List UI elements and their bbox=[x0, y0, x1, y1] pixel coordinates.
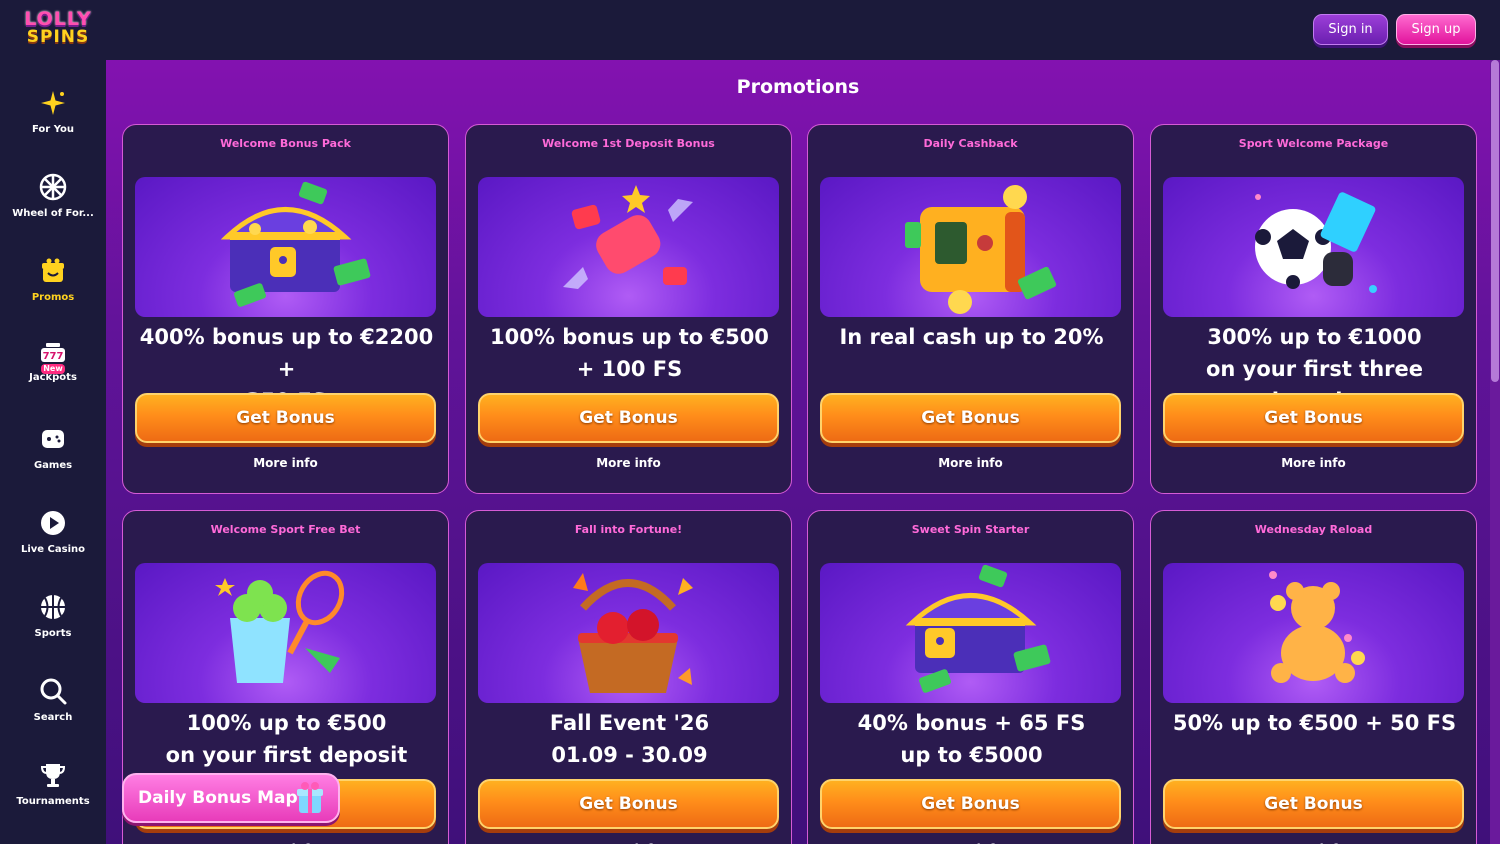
promo-offer-line2: on your first deposit bbox=[165, 743, 408, 767]
promo-card-title: Welcome 1st Deposit Bonus bbox=[542, 137, 715, 150]
search-icon bbox=[38, 676, 68, 706]
promo-card-offer: Fall Event '26 01.09 - 30.09 bbox=[472, 707, 787, 771]
top-header: LOLLY SPINS Sign in Sign up bbox=[0, 0, 1500, 60]
sidebar-item-label: Live Casino bbox=[20, 544, 86, 555]
promo-offer-line1: 400% bonus up to €2200 + bbox=[139, 325, 434, 381]
more-info-link[interactable]: More info bbox=[808, 456, 1133, 470]
lolly-spins-logo[interactable]: LOLLY SPINS bbox=[22, 10, 94, 52]
sidebar-item-label: Search bbox=[33, 712, 73, 723]
gift-box-icon bbox=[296, 781, 324, 815]
sidebar-item-promos[interactable]: Promos bbox=[0, 256, 106, 336]
promo-offer-line1: 100% up to €500 bbox=[186, 711, 387, 735]
page-title: Promotions bbox=[736, 76, 860, 98]
get-bonus-button[interactable]: Get Bonus bbox=[478, 393, 779, 443]
sign-in-button[interactable]: Sign in bbox=[1313, 14, 1388, 45]
promo-card: Fall into Fortune! Fall Event '26 01.09 … bbox=[465, 510, 792, 844]
soccer-ball-image bbox=[1163, 177, 1464, 317]
logo-line1: LOLLY bbox=[24, 8, 92, 30]
promo-card: Sport Welcome Package 300% up to €1000 o… bbox=[1150, 124, 1477, 494]
trophy-icon bbox=[38, 760, 68, 790]
sidebar-item-label: Sports bbox=[34, 628, 72, 639]
sidebar-item-label: Wheel of For... bbox=[12, 208, 94, 219]
sidebar-item-live-casino[interactable]: Live Casino bbox=[0, 508, 106, 588]
daily-bonus-map-button[interactable]: Daily Bonus Map bbox=[122, 773, 340, 823]
get-bonus-button[interactable]: Get Bonus bbox=[820, 393, 1121, 443]
sidebar-item-jackpots[interactable]: 777 New Jackpots bbox=[0, 340, 106, 420]
promo-offer-line1: 50% up to €500 + 50 FS bbox=[1172, 711, 1457, 735]
tennis-bucket-image bbox=[135, 563, 436, 703]
gummy-bear-image bbox=[1163, 563, 1464, 703]
promo-offer-line1: 40% bonus + 65 FS bbox=[857, 711, 1086, 735]
promo-card-offer: 50% up to €500 + 50 FS bbox=[1157, 707, 1472, 739]
more-info-link[interactable]: More info bbox=[123, 456, 448, 470]
promo-card: Daily Cashback In real cash up to 20% Ge… bbox=[807, 124, 1134, 494]
jackpot-reels-text: 777 bbox=[43, 351, 64, 362]
sign-up-button[interactable]: Sign up bbox=[1396, 14, 1476, 45]
promo-card-title: Daily Cashback bbox=[923, 137, 1018, 150]
get-bonus-button[interactable]: Get Bonus bbox=[478, 779, 779, 829]
promo-card-title: Sweet Spin Starter bbox=[911, 523, 1030, 536]
sidebar-item-label: Tournaments bbox=[16, 796, 90, 807]
promo-card-offer: 100% up to €500 on your first deposit bbox=[129, 707, 444, 771]
promo-offer-line2: + 100 FS bbox=[576, 357, 683, 381]
more-info-link[interactable]: More info bbox=[1151, 456, 1476, 470]
promo-card: Sweet Spin Starter 40% bonus + 65 FS up … bbox=[807, 510, 1134, 844]
scrollbar-thumb[interactable] bbox=[1491, 60, 1499, 382]
sparkle-icon bbox=[38, 88, 68, 118]
apple-basket-image bbox=[478, 563, 779, 703]
scrollbar[interactable] bbox=[1490, 60, 1500, 844]
promo-card: Welcome Bonus Pack 400% bonus up to €220… bbox=[122, 124, 449, 494]
treasure-chest-image bbox=[135, 177, 436, 317]
logo-line2: SPINS bbox=[26, 27, 90, 47]
promo-offer-line1: 100% bonus up to €500 bbox=[490, 325, 769, 349]
sidebar-item-for-you[interactable]: For You bbox=[0, 88, 106, 168]
promo-card: Wednesday Reload 50% up to €500 + 50 FS … bbox=[1150, 510, 1477, 844]
daily-bonus-map-label: Daily Bonus Map bbox=[138, 788, 298, 808]
sidebar-item-label: Promos bbox=[31, 292, 75, 303]
sidebar-item-wheel-of-fortune[interactable]: Wheel of For... bbox=[0, 172, 106, 252]
promo-offer-line1: Fall Event '26 bbox=[549, 711, 710, 735]
wheel-icon bbox=[38, 172, 68, 202]
promo-offer-line2: 01.09 - 30.09 bbox=[551, 743, 708, 767]
gamepad-icon bbox=[38, 424, 68, 454]
main-content: Promotions Welcome Bonus Pack 400% bonus… bbox=[106, 60, 1500, 844]
play-icon bbox=[38, 508, 68, 538]
sidebar-item-tournaments[interactable]: Tournaments bbox=[0, 760, 106, 840]
promo-card-title: Welcome Bonus Pack bbox=[220, 137, 351, 150]
promo-card-title: Wednesday Reload bbox=[1254, 523, 1373, 536]
promo-offer-line2: up to €5000 bbox=[900, 743, 1043, 767]
new-badge: New bbox=[41, 364, 65, 374]
sidebar-item-search[interactable]: Search bbox=[0, 676, 106, 756]
promo-card-offer: 100% bonus up to €500 + 100 FS bbox=[472, 321, 787, 385]
gift-icon bbox=[38, 256, 68, 286]
more-info-link[interactable]: More info bbox=[466, 456, 791, 470]
promo-offer-line1: In real cash up to 20% bbox=[839, 325, 1104, 349]
basketball-icon bbox=[38, 592, 68, 622]
get-bonus-button[interactable]: Get Bonus bbox=[135, 393, 436, 443]
sidebar-item-games[interactable]: Games bbox=[0, 424, 106, 504]
promo-offer-line1: 300% up to €1000 bbox=[1207, 325, 1422, 349]
promo-card-title: Welcome Sport Free Bet bbox=[210, 523, 361, 536]
get-bonus-button[interactable]: Get Bonus bbox=[1163, 779, 1464, 829]
get-bonus-button[interactable]: Get Bonus bbox=[820, 779, 1121, 829]
candy-image bbox=[478, 177, 779, 317]
promo-card-title: Fall into Fortune! bbox=[574, 523, 683, 536]
safe-image bbox=[820, 177, 1121, 317]
treasure-chest-image bbox=[820, 563, 1121, 703]
promo-card-title: Sport Welcome Package bbox=[1238, 137, 1389, 150]
promo-card: Welcome 1st Deposit Bonus 100% bonus up … bbox=[465, 124, 792, 494]
get-bonus-button[interactable]: Get Bonus bbox=[1163, 393, 1464, 443]
sidebar-nav: For You Wheel of For... Promos 777 New J… bbox=[0, 60, 106, 844]
promo-card-offer: In real cash up to 20% bbox=[814, 321, 1129, 353]
promo-card-offer: 40% bonus + 65 FS up to €5000 bbox=[814, 707, 1129, 771]
sidebar-item-sports[interactable]: Sports bbox=[0, 592, 106, 672]
sidebar-item-label: For You bbox=[31, 124, 75, 135]
sidebar-item-label: Games bbox=[33, 460, 73, 471]
